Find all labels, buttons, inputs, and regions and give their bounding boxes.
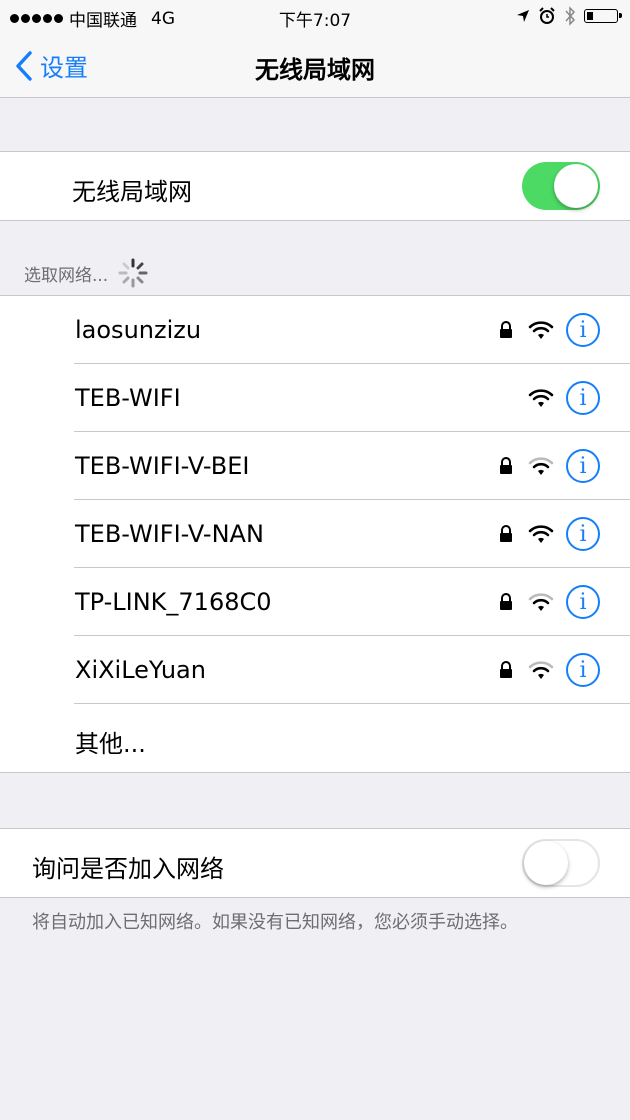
loading-spinner-icon — [118, 258, 148, 288]
info-icon[interactable]: i — [566, 653, 600, 687]
battery-icon — [584, 9, 622, 23]
network-row-xixileyuan[interactable]: XiXiLeYuan i — [0, 636, 630, 704]
network-row-teb-wifi[interactable]: TEB-WIFI i — [0, 364, 630, 432]
network-row-laosunzizu[interactable]: laosunzizu i — [0, 296, 630, 364]
lock-icon — [494, 593, 518, 611]
other-network-label: 其他... — [75, 730, 146, 758]
wifi-signal-icon — [526, 320, 556, 340]
wifi-toggle-row: 无线局域网 — [0, 152, 630, 220]
network-list: laosunzizu i TEB-WIFI i TEB-WIFI-V-BEI i… — [0, 295, 630, 773]
info-icon[interactable]: i — [566, 585, 600, 619]
network-name: TEB-WIFI-V-BEI — [75, 452, 250, 480]
lock-icon — [494, 525, 518, 543]
wifi-signal-icon — [526, 660, 556, 680]
ask-join-toggle-switch[interactable] — [522, 839, 600, 887]
status-bar: 中国联通 4G 下午7:07 — [0, 0, 630, 34]
lock-icon — [494, 321, 518, 339]
status-right — [516, 6, 622, 26]
info-icon[interactable]: i — [566, 449, 600, 483]
lock-icon — [494, 661, 518, 679]
wifi-signal-icon — [526, 592, 556, 612]
network-name: XiXiLeYuan — [75, 656, 206, 684]
wifi-signal-icon — [526, 388, 556, 408]
network-name: laosunzizu — [75, 316, 202, 344]
info-icon[interactable]: i — [566, 381, 600, 415]
networks-header-label: 选取网络... — [24, 265, 109, 286]
location-arrow-icon — [517, 10, 529, 22]
navigation-bar: 设置 无线局域网 — [0, 34, 630, 98]
network-row-teb-wifi-v-nan[interactable]: TEB-WIFI-V-NAN i — [0, 500, 630, 568]
networks-section-header: 选取网络... — [24, 258, 148, 288]
wifi-toggle-switch[interactable] — [522, 162, 600, 210]
toggle-knob — [554, 164, 598, 208]
info-icon[interactable]: i — [566, 517, 600, 551]
lock-icon — [494, 457, 518, 475]
network-row-tp-link[interactable]: TP-LINK_7168C0 i — [0, 568, 630, 636]
ask-join-label: 询问是否加入网络 — [32, 855, 224, 883]
wifi-toggle-label: 无线局域网 — [72, 178, 192, 206]
wifi-signal-icon — [526, 456, 556, 476]
network-name: TEB-WIFI-V-NAN — [75, 520, 264, 548]
network-name: TEB-WIFI — [75, 384, 181, 412]
alarm-icon — [539, 7, 555, 24]
bluetooth-icon — [565, 6, 576, 26]
wifi-toggle-group: 无线局域网 — [0, 151, 630, 221]
wifi-signal-icon — [526, 524, 556, 544]
ask-join-row: 询问是否加入网络 — [0, 829, 630, 897]
network-name: TP-LINK_7168C0 — [75, 588, 272, 616]
toggle-knob — [524, 841, 568, 885]
info-icon[interactable]: i — [566, 313, 600, 347]
ask-join-footer-note: 将自动加入已知网络。如果没有已知网络，您必须手动选择。 — [32, 912, 518, 933]
other-network-row[interactable]: 其他... — [0, 704, 630, 772]
page-title: 无线局域网 — [255, 56, 375, 84]
network-row-teb-wifi-v-bei[interactable]: TEB-WIFI-V-BEI i — [0, 432, 630, 500]
ask-join-group: 询问是否加入网络 — [0, 828, 630, 898]
